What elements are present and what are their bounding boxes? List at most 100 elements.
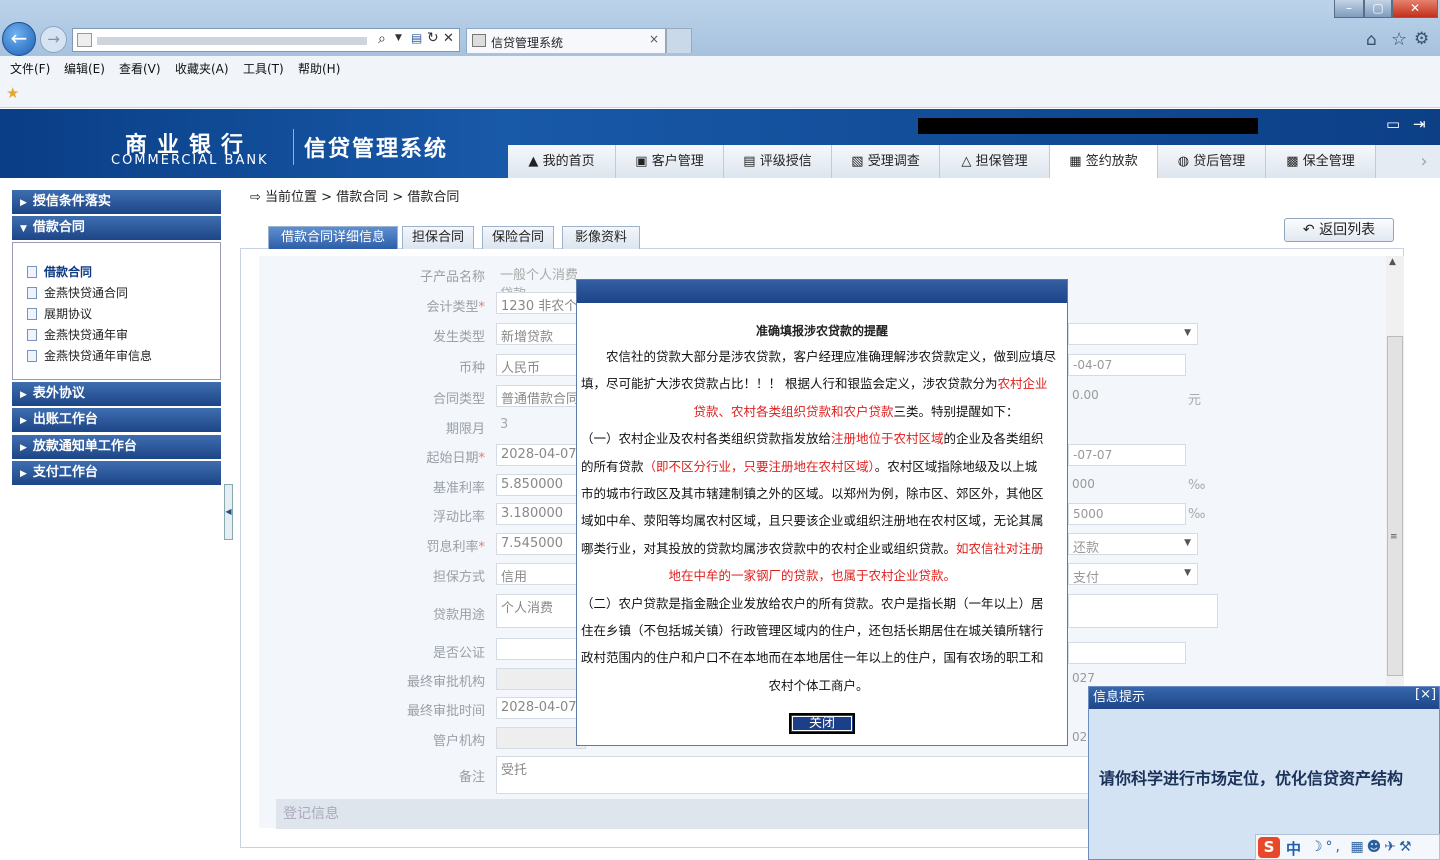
redacted-user-info bbox=[918, 118, 1258, 134]
scroll-up-icon[interactable]: ▲ bbox=[1389, 257, 1396, 267]
repayment-select[interactable]: 还款 ▼ bbox=[1068, 533, 1198, 556]
float-ratio-field[interactable]: 3.180000 bbox=[496, 503, 586, 525]
return-list-button[interactable]: ↶ 返回列表 bbox=[1284, 218, 1394, 242]
sidebar-submenu: 借款合同 金燕快贷通合同 展期协议 金燕快贷通年审 金燕快贷通年审信息 bbox=[12, 242, 221, 380]
dropdown-icon[interactable]: ▼ bbox=[395, 33, 402, 43]
sidebar-section-off-balance[interactable]: ▶ 表外协议 bbox=[12, 382, 221, 406]
dialog-text: 的所有贷款 bbox=[581, 458, 644, 474]
menu-favorites[interactable]: 收藏夹(A) bbox=[175, 60, 229, 77]
nav-tab-survey[interactable]: ▧ 受理调查 bbox=[832, 145, 940, 178]
menu-tools[interactable]: 工具(T) bbox=[243, 60, 284, 77]
close-window-button[interactable]: ✕ bbox=[1392, 0, 1438, 18]
dialog-close-button[interactable]: 关闭 bbox=[789, 713, 855, 734]
search-icon[interactable]: ⌕ bbox=[378, 31, 386, 47]
sidebar-item-annual-review[interactable]: 金燕快贷通年审 bbox=[27, 326, 128, 343]
sidebar-item-loan-contract[interactable]: 借款合同 bbox=[27, 263, 92, 280]
info-popup-close-button[interactable]: [×] bbox=[1415, 687, 1436, 702]
highlight-text: 地在中牟的一家钢厂的贷款，也属于农村企业贷款。 bbox=[668, 568, 957, 584]
sidebar-item-annual-review-info[interactable]: 金燕快贷通年审信息 bbox=[27, 347, 152, 364]
browser-tab[interactable]: 信贷管理系统 × bbox=[466, 28, 666, 53]
right-date-field-1[interactable]: -04-07 bbox=[1068, 354, 1186, 376]
sidebar-section-credit-conditions[interactable]: ▶ 授信条件落实 bbox=[12, 190, 221, 214]
penalty-rate-field[interactable]: 7.545000 bbox=[496, 533, 586, 555]
manager-org-field bbox=[496, 727, 586, 749]
address-bar[interactable]: ⌕ ▼ ▤ ↻ ✕ bbox=[72, 28, 460, 52]
sidebar-section-loan-notice[interactable]: ▶ 放款通知单工作台 bbox=[12, 435, 221, 459]
right-rate-field-2[interactable]: 5000 bbox=[1068, 503, 1186, 525]
tab-contract-detail[interactable]: 借款合同详细信息 bbox=[268, 226, 398, 249]
sidebar-section-payment[interactable]: ▶ 支付工作台 bbox=[12, 461, 221, 485]
compat-view-icon[interactable]: ▤ bbox=[411, 31, 422, 45]
currency-select[interactable]: 人民币 bbox=[496, 354, 586, 376]
menu-file[interactable]: 文件(F) bbox=[10, 60, 50, 77]
home-icon[interactable]: ⌂ bbox=[1366, 30, 1377, 50]
menu-bar: 文件(F) 编辑(E) 查看(V) 收藏夹(A) 工具(T) 帮助(H) bbox=[0, 56, 1440, 80]
base-rate-field[interactable]: 5.850000 bbox=[496, 474, 586, 496]
occurrence-type-select[interactable]: 新增贷款 bbox=[496, 323, 586, 345]
accounting-type-field[interactable]: 1230 非农个 bbox=[496, 292, 586, 314]
stop-icon[interactable]: ✕ bbox=[443, 31, 454, 46]
dialog-text: （一）农村企业及农村各类组织贷款指发放给 bbox=[581, 431, 832, 447]
nav-scroll-right-icon[interactable]: › bbox=[1408, 145, 1440, 178]
location-icon: ⇨ bbox=[250, 190, 266, 205]
tab-insurance-contract[interactable]: 保险合同 bbox=[482, 226, 554, 249]
dialog-text: 填，尽可能扩大涉农贷款占比！！！ 根据人行和银监会定义，涉农贷款分为 bbox=[581, 376, 998, 392]
right-date-field-2[interactable]: -07-07 bbox=[1068, 444, 1186, 466]
expand-arrow-icon: ▶ bbox=[20, 390, 27, 400]
sidebar-section-disbursement[interactable]: ▶ 出账工作台 bbox=[12, 408, 221, 432]
ime-tool-icons[interactable]: ☽°, ▦☻✈⚒ bbox=[1310, 839, 1415, 855]
dialog-text: 市的城市行政区及其市辖建制镇之外的区域。以郑州为例，除市区、郊区外，其他区 bbox=[581, 486, 1044, 501]
tab-image-data[interactable]: 影像资料 bbox=[562, 226, 640, 249]
nav-tab-home[interactable]: ▲ 我的首页 bbox=[508, 145, 616, 178]
dialog-text: 哪类行业，对其投放的贷款均属涉农贷款中的农村企业或组织贷款。 bbox=[581, 540, 957, 556]
back-button[interactable]: ← bbox=[2, 22, 36, 56]
sidebar: ▶ 授信条件落实 ▼ 借款合同 借款合同 金燕快贷通合同 展期协议 金燕快贷通年审 … bbox=[0, 178, 240, 860]
sidebar-item-extension[interactable]: 展期协议 bbox=[27, 305, 92, 322]
nav-tab-contract[interactable]: ▦ 签约放款 bbox=[1050, 145, 1158, 178]
monitor-icon[interactable]: ▭ bbox=[1386, 115, 1400, 133]
payment-select[interactable]: 支付 ▼ bbox=[1068, 563, 1198, 586]
dialog-text: 政村范围内的住户和户口不在本地而在本地居住一年以上的住户，国有农场的职工和 bbox=[581, 650, 1044, 666]
add-favorite-star-icon[interactable]: ★ bbox=[6, 84, 19, 102]
nav-tab-preservation[interactable]: ▩ 保全管理 bbox=[1266, 145, 1376, 178]
refresh-icon[interactable]: ↻ bbox=[427, 30, 439, 46]
guarantee-icon: △ bbox=[961, 154, 972, 169]
document-icon bbox=[27, 287, 37, 299]
notarized-select[interactable] bbox=[496, 638, 586, 660]
guarantee-method-select[interactable]: 信用 bbox=[496, 563, 586, 585]
sidebar-section-loan-contract[interactable]: ▼ 借款合同 bbox=[12, 216, 221, 240]
right-textarea[interactable] bbox=[1068, 594, 1218, 628]
nav-tab-rating[interactable]: ▤ 评级授信 bbox=[724, 145, 832, 178]
gear-icon[interactable]: ⚙ bbox=[1414, 29, 1429, 49]
menu-view[interactable]: 查看(V) bbox=[119, 60, 161, 77]
right-select-1[interactable]: ▼ bbox=[1068, 323, 1198, 345]
ime-logo-icon[interactable]: S bbox=[1258, 837, 1280, 858]
dialog-text: 农信社的贷款大部分是涉农贷款，客户经理应准确理解涉农贷款定义，做到应填尽 bbox=[581, 349, 1057, 364]
remarks-field[interactable]: 受托 bbox=[496, 756, 1096, 794]
loan-purpose-field[interactable]: 个人消费 bbox=[496, 594, 586, 628]
right-rate-field-1: 000 bbox=[1072, 477, 1095, 491]
dialog-text-line: 域如中牟、荥阳等均属农村区域，且只要该企业或组织注册地在农村区域，无论其属 bbox=[581, 507, 1065, 534]
ime-mode-indicator[interactable]: 中 bbox=[1286, 838, 1301, 859]
tab-guarantee-contract[interactable]: 担保合同 bbox=[402, 226, 474, 249]
nav-tab-postloan[interactable]: ◍ 贷后管理 bbox=[1158, 145, 1266, 178]
favorites-star-icon[interactable]: ☆ bbox=[1391, 29, 1407, 50]
maximize-button[interactable]: ▢ bbox=[1364, 0, 1392, 18]
right-field-blank[interactable] bbox=[1068, 642, 1186, 664]
minimize-button[interactable]: – bbox=[1334, 0, 1364, 18]
menu-help[interactable]: 帮助(H) bbox=[298, 60, 340, 77]
start-date-field[interactable]: 2028-04-07 bbox=[496, 444, 586, 466]
approval-date-field[interactable]: 2028-04-07 bbox=[496, 697, 586, 719]
nav-tab-customer[interactable]: ▣ 客户管理 bbox=[616, 145, 724, 178]
ime-toolbar[interactable]: S 中 ☽°, ▦☻✈⚒ bbox=[1255, 834, 1440, 860]
nav-tab-guarantee[interactable]: △ 担保管理 bbox=[940, 145, 1050, 178]
menu-edit[interactable]: 编辑(E) bbox=[64, 60, 105, 77]
sidebar-item-jinyan-contract[interactable]: 金燕快贷通合同 bbox=[27, 284, 128, 301]
new-tab-button[interactable] bbox=[666, 28, 692, 53]
tab-close-icon[interactable]: × bbox=[649, 32, 659, 46]
logout-icon[interactable]: ⇥ bbox=[1413, 115, 1426, 133]
scrollbar-thumb[interactable] bbox=[1387, 336, 1403, 676]
contract-type-select[interactable]: 普通借款合同 bbox=[496, 385, 586, 407]
forward-button[interactable]: → bbox=[40, 26, 67, 53]
sidebar-collapse-handle[interactable]: ◀ bbox=[224, 484, 233, 540]
